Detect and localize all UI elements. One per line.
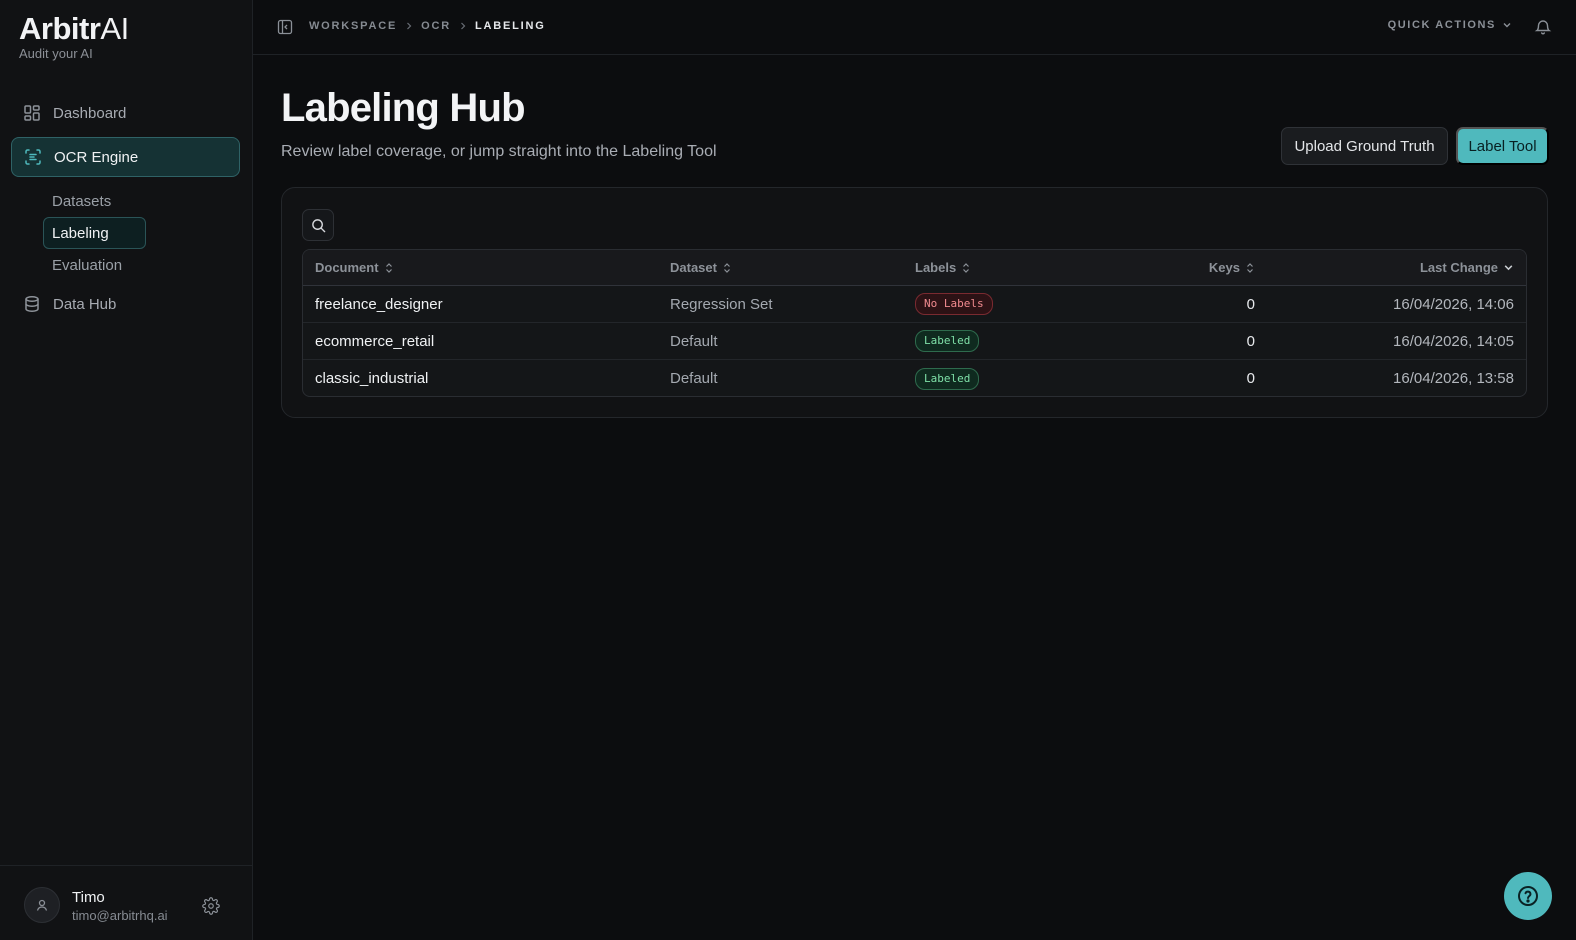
brand-tagline: Audit your AI: [19, 46, 93, 61]
dataset-name: Regression Set: [670, 295, 773, 313]
status-badge: Labeled: [915, 330, 980, 352]
user-name: Timo: [72, 889, 105, 906]
brand-logo[interactable]: ArbitrAI Audit your AI: [19, 11, 129, 62]
sidebar-item-dashboard[interactable]: Dashboard: [11, 93, 240, 133]
dataset-name: Default: [670, 370, 718, 387]
sidebar-item-ocr-engine[interactable]: OCR Engine: [11, 137, 240, 177]
last-change-date: 16/04/2026, 14:06: [1393, 295, 1514, 313]
last-change-date: 16/04/2026, 13:58: [1393, 370, 1514, 387]
sidebar-subitem-label: Datasets: [52, 192, 112, 210]
user-email: timo@arbitrhq.ai: [72, 908, 168, 923]
search-button[interactable]: [302, 209, 334, 241]
status-badge: No Labels: [915, 293, 993, 315]
sidebar-item-label: Dashboard: [53, 104, 127, 122]
table-header: Document Dataset Labels Keys Last Change: [303, 250, 1526, 286]
column-header-last-change[interactable]: Last Change: [1255, 260, 1526, 275]
breadcrumb-workspace[interactable]: WORKSPACE: [309, 20, 397, 32]
dashboard-icon: [23, 104, 41, 122]
user-profile: Timo timo@arbitrhq.ai: [0, 865, 252, 940]
column-header-label: Labels: [915, 260, 957, 275]
breadcrumb-ocr[interactable]: OCR: [421, 20, 451, 32]
keys-count: 0: [1246, 370, 1255, 387]
sidebar-subitem-label: Evaluation: [52, 256, 123, 274]
breadcrumb-labeling: LABELING: [474, 20, 546, 32]
documents-table: Document Dataset Labels Keys Last Change…: [302, 249, 1527, 397]
sort-icon: [722, 262, 732, 274]
user-icon: [36, 899, 48, 911]
column-header-label: Dataset: [670, 260, 717, 275]
scan-text-icon: [24, 148, 42, 166]
sort-icon: [1245, 262, 1255, 274]
column-header-keys[interactable]: Keys: [1140, 260, 1255, 275]
bell-icon[interactable]: [1534, 18, 1552, 36]
sidebar-item-data-hub[interactable]: Data Hub: [11, 284, 240, 324]
document-name[interactable]: freelance_designer: [315, 296, 443, 313]
keys-count: 0: [1246, 332, 1255, 350]
keys-count: 0: [1246, 295, 1255, 313]
sort-icon: [961, 262, 971, 274]
help-button[interactable]: [1504, 872, 1552, 920]
document-name[interactable]: classic_industrial: [315, 370, 428, 387]
table-row[interactable]: classic_industrial Default Labeled 0 16/…: [303, 360, 1526, 396]
sidebar-item-label: Data Hub: [53, 295, 117, 313]
label-tool-button[interactable]: Label Tool: [1456, 127, 1549, 165]
chevron-right-icon: [459, 22, 467, 30]
chevron-down-icon: [1503, 23, 1511, 28]
help-icon: [1518, 886, 1538, 906]
gear-icon[interactable]: [202, 897, 220, 915]
document-name[interactable]: ecommerce_retail: [315, 333, 434, 350]
table-row[interactable]: ecommerce_retail Default Labeled 0 16/04…: [303, 323, 1526, 360]
chevron-right-icon: [405, 22, 413, 30]
sidebar-subitem-labeling[interactable]: Labeling: [43, 217, 146, 249]
upload-ground-truth-button[interactable]: Upload Ground Truth: [1281, 127, 1448, 165]
search-icon: [311, 218, 325, 232]
sidebar-subitem-evaluation[interactable]: Evaluation: [43, 249, 146, 281]
column-header-labels[interactable]: Labels: [915, 260, 1140, 275]
column-header-document[interactable]: Document: [303, 260, 670, 275]
sidebar-subitem-label: Labeling: [52, 224, 109, 242]
column-header-label: Keys: [1208, 260, 1240, 275]
brand-name: ArbitrAI: [19, 11, 129, 46]
sidebar-subitem-datasets[interactable]: Datasets: [43, 185, 146, 217]
top-bar: WORKSPACE OCR LABELING QUICK ACTIONS: [253, 0, 1576, 55]
column-header-label: Document: [315, 260, 379, 275]
sidebar: ArbitrAI Audit your AI Dashboard OCR Eng…: [0, 0, 253, 940]
sort-icon: [384, 262, 394, 274]
quick-actions-label: QUICK ACTIONS: [1387, 19, 1496, 31]
page-subtitle: Review label coverage, or jump straight …: [281, 143, 717, 160]
last-change-date: 16/04/2026, 14:05: [1393, 332, 1514, 350]
breadcrumb: WORKSPACE OCR LABELING: [309, 20, 546, 32]
column-header-dataset[interactable]: Dataset: [670, 260, 915, 275]
sidebar-item-label: OCR Engine: [54, 148, 139, 166]
page-title: Labeling Hub: [281, 86, 526, 130]
chevron-down-icon: [1503, 262, 1514, 273]
table-row[interactable]: freelance_designer Regression Set No Lab…: [303, 286, 1526, 323]
column-header-label: Last Change: [1419, 260, 1498, 275]
avatar[interactable]: [24, 887, 60, 923]
quick-actions-button[interactable]: QUICK ACTIONS: [1388, 19, 1512, 31]
dataset-name: Default: [670, 332, 718, 350]
database-icon: [23, 295, 41, 313]
documents-card: Document Dataset Labels Keys Last Change…: [281, 187, 1548, 418]
status-badge: Labeled: [915, 367, 980, 390]
sidebar-toggle-icon[interactable]: [277, 19, 293, 35]
